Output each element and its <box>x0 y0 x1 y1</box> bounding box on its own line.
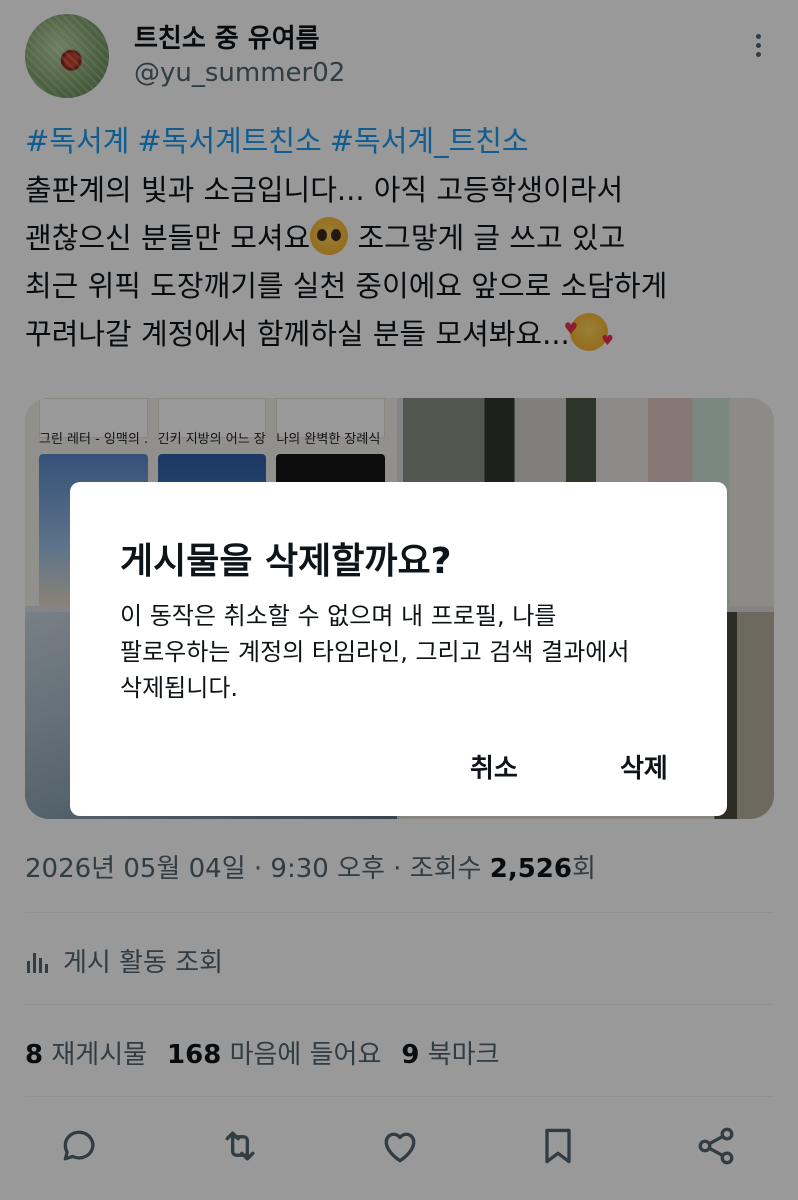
dialog-message: 이 동작은 취소할 수 없으며 내 프로필, 나를 팔로우하는 계정의 타임라인… <box>120 602 630 702</box>
dialog-title: 게시물을 삭제할까요? <box>120 541 452 582</box>
delete-confirm-dialog: 게시물을 삭제할까요? 이 동작은 취소할 수 없으며 내 프로필, 나를 팔로… <box>70 482 727 816</box>
cancel-button[interactable]: 취소 <box>470 748 518 785</box>
delete-button[interactable]: 삭제 <box>620 748 668 785</box>
